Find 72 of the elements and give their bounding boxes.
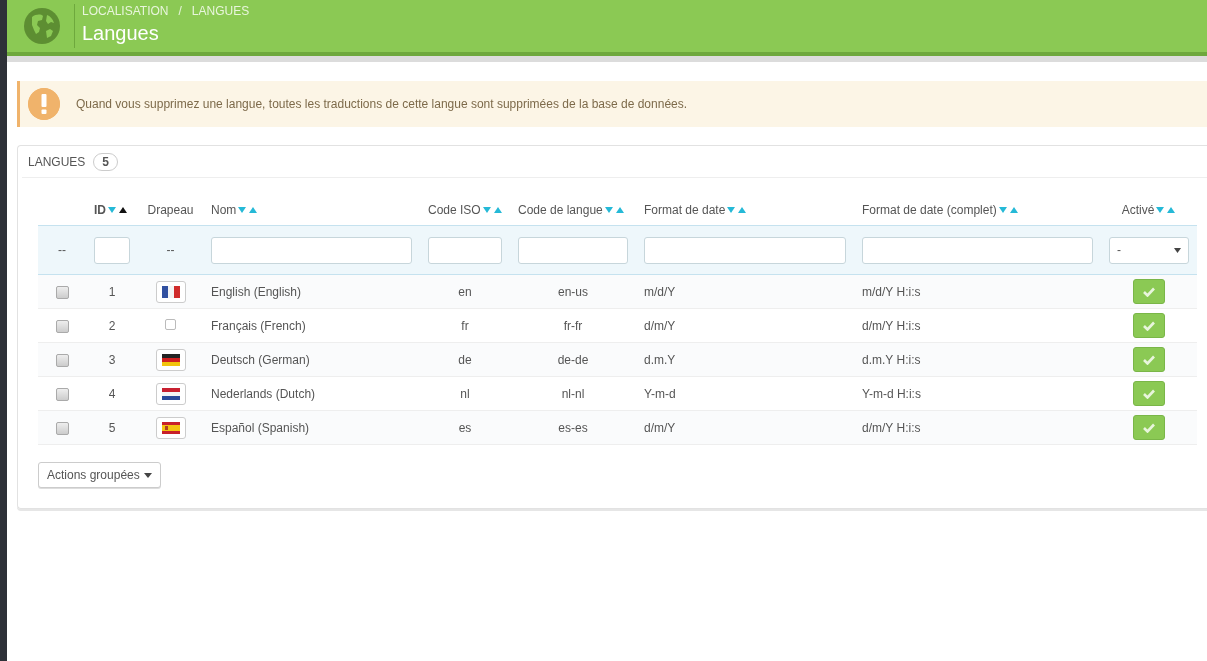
table-cell: nl — [460, 386, 470, 401]
table-cell: es-es — [558, 420, 588, 435]
table-cell: 3 — [108, 352, 116, 367]
table-cell: fr — [461, 318, 469, 333]
enabled-toggle[interactable] — [1133, 381, 1165, 406]
table-cell: en-us — [558, 284, 588, 299]
table-cell: 2 — [108, 318, 116, 333]
table-cell: Deutsch (German) — [211, 352, 310, 367]
globe-icon — [23, 7, 61, 45]
caret-icon — [143, 472, 152, 478]
filter-select[interactable]: - — [1109, 236, 1189, 264]
table-cell: nl-nl — [561, 386, 585, 401]
checkmark-icon — [1143, 354, 1155, 365]
table-cell: Y-m-d — [644, 386, 676, 401]
table-cell: 5 — [108, 420, 116, 435]
column-header: Drapeau — [147, 203, 194, 217]
table-cell: d/m/Y — [644, 420, 676, 435]
enabled-toggle[interactable] — [1133, 415, 1165, 440]
table-cell: Français (French) — [211, 318, 306, 333]
filter-input[interactable] — [862, 236, 1093, 264]
sort-arrows-icon[interactable] — [108, 207, 128, 215]
column-header[interactable]: Activé — [1121, 203, 1155, 217]
checkmark-icon — [1143, 422, 1155, 433]
table-cell: d.m.Y — [644, 352, 676, 367]
panel-title: LANGUES — [28, 154, 86, 169]
breadcrumb-separator: / — [178, 3, 182, 18]
checkmark-icon — [1143, 286, 1155, 297]
row-checkbox[interactable] — [55, 353, 69, 367]
table-cell: d/m/Y H:i:s — [862, 318, 921, 333]
filter-input[interactable] — [211, 236, 412, 264]
enabled-toggle[interactable] — [1133, 347, 1165, 372]
table-cell: m/d/Y H:i:s — [862, 284, 921, 299]
filter-input[interactable] — [94, 236, 130, 264]
column-header[interactable]: Format de date (complet) — [862, 203, 997, 217]
checkmark-icon — [1143, 320, 1155, 331]
table-cell: m/d/Y — [644, 284, 676, 299]
table-cell: es — [458, 420, 472, 435]
table-cell: fr-fr — [563, 318, 583, 333]
table-cell: de — [458, 352, 472, 367]
table-cell: en — [458, 284, 472, 299]
column-header[interactable]: Code ISO — [428, 203, 481, 217]
row-checkbox[interactable] — [55, 285, 69, 299]
column-header[interactable]: Nom — [211, 203, 237, 217]
empty-filter: -- — [58, 243, 66, 257]
table-cell: Y-m-d H:i:s — [862, 386, 921, 401]
filter-input[interactable] — [644, 236, 846, 264]
row-checkbox[interactable] — [55, 387, 69, 401]
empty-filter: -- — [166, 243, 175, 257]
enabled-toggle[interactable] — [1133, 279, 1165, 304]
page-title: Langues — [82, 21, 160, 45]
table-cell: 1 — [108, 284, 116, 299]
bulk-actions-button[interactable]: Actions groupées — [38, 462, 161, 488]
table-cell: English (English) — [211, 284, 302, 299]
enabled-toggle[interactable] — [1133, 313, 1165, 338]
filter-input[interactable] — [518, 236, 628, 264]
filter-input[interactable] — [428, 236, 502, 264]
table-cell: d/m/Y — [644, 318, 676, 333]
row-checkbox[interactable] — [55, 421, 69, 435]
column-header[interactable]: Code de langue — [518, 203, 603, 217]
table-cell: Español (Spanish) — [211, 420, 310, 435]
column-header[interactable]: ID — [94, 203, 106, 217]
checkmark-icon — [1143, 388, 1155, 399]
column-header[interactable]: Format de date — [644, 203, 726, 217]
table-cell: Nederlands (Dutch) — [211, 386, 316, 401]
table-cell: d/m/Y H:i:s — [862, 420, 921, 435]
table-cell: d.m.Y H:i:s — [862, 352, 921, 367]
table-cell: 4 — [108, 386, 116, 401]
caret-icon — [1174, 247, 1181, 253]
exclamation-icon — [28, 88, 60, 120]
alert-message: Quand vous supprimez une langue, toutes les traductions de cette langue sont supprimées de la base de données. — [76, 97, 688, 111]
table-cell: de-de — [557, 352, 589, 367]
row-checkbox[interactable] — [55, 319, 69, 333]
